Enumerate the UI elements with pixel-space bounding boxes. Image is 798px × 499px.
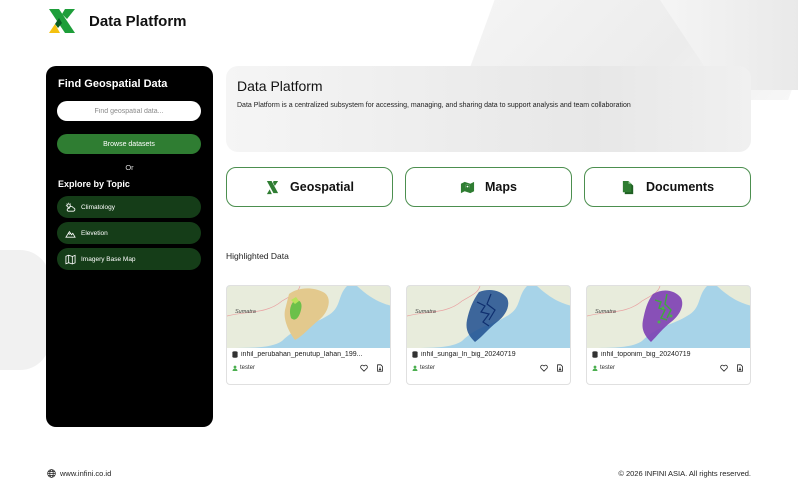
category-label: Maps [485, 180, 517, 194]
database-icon [232, 351, 238, 358]
dataset-meta: tester [407, 358, 570, 372]
download-document-icon[interactable] [556, 364, 564, 372]
hero-description: Data Platform is a centralized subsystem… [237, 102, 631, 109]
brand-name[interactable]: Data Platform [89, 13, 187, 30]
database-icon [592, 351, 598, 358]
highlighted-data-title: Highlighted Data [226, 251, 289, 261]
mountain-icon [65, 230, 76, 238]
geospatial-search-input[interactable] [57, 101, 201, 121]
platform-logo-icon[interactable] [47, 6, 77, 36]
owner-name: tester [420, 365, 436, 371]
documents-category-button[interactable]: Documents [584, 167, 751, 207]
weather-icon [65, 202, 76, 212]
dataset-owner: tester [592, 365, 615, 371]
map-icon [65, 254, 76, 264]
dataset-map-thumbnail: Sumatra [407, 286, 570, 348]
dataset-card[interactable]: Sumatra inhil_toponim_big_20240719 teste… [586, 285, 751, 385]
card-actions [360, 364, 384, 372]
footer-website[interactable]: www.infini.co.id [47, 469, 111, 478]
owner-name: tester [240, 365, 256, 371]
download-document-icon[interactable] [736, 364, 744, 372]
sidebar-title: Find Geospatial Data [58, 78, 168, 90]
topic-climatology-button[interactable]: Climatology [57, 196, 201, 218]
dataset-card[interactable]: Sumatra inhil_perubahan_penutup_lahan_19… [226, 285, 391, 385]
topic-elevation-button[interactable]: Elevetion [57, 222, 201, 244]
dataset-title-row: inhil_toponim_big_20240719 [587, 348, 750, 358]
heart-icon[interactable] [540, 364, 548, 372]
user-icon [592, 365, 598, 371]
database-icon [412, 351, 418, 358]
dataset-title-row: inhil_sungai_ln_big_20240719 [407, 348, 570, 358]
search-sidebar: Find Geospatial Data Browse datasets Or … [46, 66, 213, 427]
maps-category-button[interactable]: Maps [405, 167, 572, 207]
copyright-text: © 2026 INFINI ASIA. All rights reserved. [618, 469, 751, 478]
topic-imagery-base-map-button[interactable]: Imagery Base Map [57, 248, 201, 270]
user-icon [232, 365, 238, 371]
globe-icon [47, 469, 56, 478]
app-header: Data Platform [47, 5, 187, 37]
dataset-owner: tester [412, 365, 435, 371]
dataset-card[interactable]: Sumatra inhil_sungai_ln_big_20240719 tes… [406, 285, 571, 385]
dataset-map-thumbnail: Sumatra [227, 286, 390, 348]
dataset-title[interactable]: inhil_sungai_ln_big_20240719 [421, 351, 516, 358]
dataset-meta: tester [587, 358, 750, 372]
topics-title: Explore by Topic [58, 179, 130, 189]
dataset-owner: tester [232, 365, 255, 371]
topic-label: Elevetion [81, 229, 108, 237]
document-icon [622, 180, 634, 194]
hero-banner: Data Platform Data Platform is a central… [226, 66, 751, 152]
geospatial-category-button[interactable]: Geospatial [226, 167, 393, 207]
website-link[interactable]: www.infini.co.id [60, 469, 111, 478]
user-icon [412, 365, 418, 371]
geospatial-icon [266, 180, 279, 194]
heart-icon[interactable] [720, 364, 728, 372]
map-label: Sumatra [595, 309, 616, 315]
dataset-title-row: inhil_perubahan_penutup_lahan_199... [227, 348, 390, 358]
topic-label: Imagery Base Map [81, 255, 136, 263]
highlighted-data-list: Sumatra inhil_perubahan_penutup_lahan_19… [226, 285, 751, 385]
dataset-meta: tester [227, 358, 390, 372]
dataset-title[interactable]: inhil_toponim_big_20240719 [601, 351, 691, 358]
dataset-map-thumbnail: Sumatra [587, 286, 750, 348]
category-label: Documents [645, 180, 715, 194]
map-pin-icon [460, 181, 475, 193]
map-label: Sumatra [415, 309, 436, 315]
or-divider: Or [125, 163, 134, 172]
heart-icon[interactable] [360, 364, 368, 372]
dataset-title[interactable]: inhil_perubahan_penutup_lahan_199... [241, 351, 362, 358]
browse-datasets-button[interactable]: Browse datasets [57, 134, 201, 154]
hero-title: Data Platform [237, 78, 323, 94]
map-label: Sumatra [235, 309, 256, 315]
owner-name: tester [600, 365, 616, 371]
category-label: Geospatial [290, 180, 354, 194]
card-actions [540, 364, 564, 372]
card-actions [720, 364, 744, 372]
download-document-icon[interactable] [376, 364, 384, 372]
category-buttons: Geospatial Maps Documents [226, 167, 751, 207]
topic-label: Climatology [81, 203, 115, 211]
